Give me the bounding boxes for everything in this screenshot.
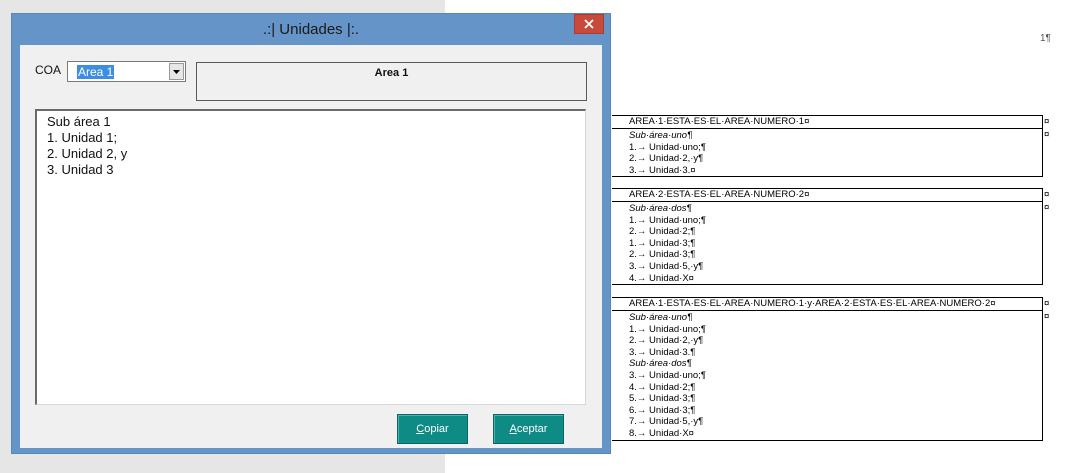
coa-selected-value: Area 1 (77, 65, 115, 79)
row-end-mark: ¤ (1044, 129, 1050, 140)
table-line: 3.→ Unidad·3.¶ (629, 346, 696, 358)
unit-line: 2. Unidad 2, y (47, 146, 128, 161)
document-table[interactable]: AREA·2·ESTA·ES·EL·AREA·NUMERO·2¤ Sub·área… (612, 188, 1043, 286)
table-line: 3.→ Unidad·uno;¶ (629, 369, 706, 381)
row-end-mark: ¤ (1044, 116, 1050, 127)
table-line: Sub·área·uno¶ (629, 312, 693, 323)
area-title: Area 1 (374, 67, 409, 79)
page-number: 1¶ (1040, 33, 1051, 44)
copy-button[interactable]: Copiar (397, 414, 468, 444)
unit-line: 3. Unidad 3 (47, 162, 114, 177)
table-line: Sub·área·dos¶ (629, 358, 692, 370)
table-line: 2.→ Unidad·2;¶ (629, 226, 696, 238)
table-header-cell: AREA·1·ESTA·ES·EL·AREA·NUMERO·1·y·AREA·2… (612, 298, 1042, 311)
document-table[interactable]: AREA·1·ESTA·ES·EL·AREA·NUMERO·1¤ Sub·área… (612, 115, 1043, 178)
table-line: 1.→ Unidad·3;¶ (629, 237, 696, 249)
table-line: 2.→ Unidad·2,·y¶ (629, 153, 704, 165)
table-line: 3.→ Unidad·3.¤ (629, 164, 696, 176)
units-textarea[interactable]: Sub área 1 1. Unidad 1; 2. Unidad 2, y 3. U… (35, 109, 586, 405)
table-line: 2.→ Unidad·2,·y¶ (629, 335, 704, 347)
dropdown-arrow-button[interactable] (169, 63, 184, 80)
table-line: Sub·área·uno¶ (629, 130, 693, 141)
table-line: 2.→ Unidad·3;¶ (629, 249, 696, 261)
unit-line: Sub área 1 (47, 114, 111, 129)
table-body-cell: Sub·área·uno¶ 1.→ Unidad·uno;¶ 2.→ Unidad·… (612, 311, 1042, 440)
dialog-client-area: COA Area 1 Area 1 Sub área 1 1. Unidad 1;… (20, 45, 602, 448)
document-table[interactable]: AREA·1·ESTA·ES·EL·AREA·NUMERO·1·y·AREA·2… (612, 297, 1043, 441)
row-end-mark: ¤ (1044, 298, 1050, 309)
table-line: 1.→ Unidad·uno;¶ (629, 214, 706, 226)
screen: 1¶ AREA·1·ESTA·ES·EL·AREA·NUMERO·1¤ Sub·á… (0, 0, 1072, 473)
table-line: 4.→ Unidad·X¤ (629, 272, 694, 284)
table-line: 3.→ Unidad·5,·y¶ (629, 260, 704, 272)
coa-dropdown[interactable]: Area 1 (67, 61, 186, 82)
table-line: 4.→ Unidad·2;¶ (629, 381, 696, 393)
table-line: 6.→ Unidad·3;¶ (629, 404, 696, 416)
table-line: 8.→ Unidad·X¤ (629, 427, 694, 439)
dialog-title: .:| Unidades |:. (262, 21, 360, 38)
table-line: Sub·área·dos¶ (629, 203, 692, 214)
table-line: 7.→ Unidad·5,·y¶ (629, 416, 704, 428)
accept-button[interactable]: Aceptar (493, 414, 564, 444)
table-line: 1.→ Unidad·uno;¶ (629, 323, 706, 335)
close-button[interactable] (574, 14, 604, 34)
table-body-cell: Sub·área·uno¶ 1.→ Unidad·uno;¶ 2.→ Unidad·… (612, 129, 1042, 176)
unit-line: 1. Unidad 1; (47, 130, 118, 145)
unidades-dialog: .:| Unidades |:. COA Area 1 Area 1 Sub á… (11, 13, 611, 454)
dialog-titlebar[interactable]: .:| Unidades |:. (12, 14, 610, 45)
table-header-cell: AREA·1·ESTA·ES·EL·AREA·NUMERO·1¤ (612, 116, 1042, 129)
table-body-cell: Sub·área·dos¶ 1.→ Unidad·uno;¶ 2.→ Unidad·… (612, 202, 1042, 284)
row-end-mark: ¤ (1044, 202, 1050, 213)
chevron-down-icon (173, 69, 180, 74)
close-x-icon (584, 19, 594, 29)
area-title-box: Area 1 (196, 62, 587, 101)
coa-label: COA (35, 63, 62, 77)
table-line: 1.→ Unidad·uno;¶ (629, 141, 706, 153)
row-end-mark: ¤ (1044, 189, 1050, 200)
table-line: 5.→ Unidad·3;¶ (629, 393, 696, 405)
row-end-mark: ¤ (1044, 311, 1050, 322)
table-header-cell: AREA·2·ESTA·ES·EL·AREA·NUMERO·2¤ (612, 189, 1042, 202)
